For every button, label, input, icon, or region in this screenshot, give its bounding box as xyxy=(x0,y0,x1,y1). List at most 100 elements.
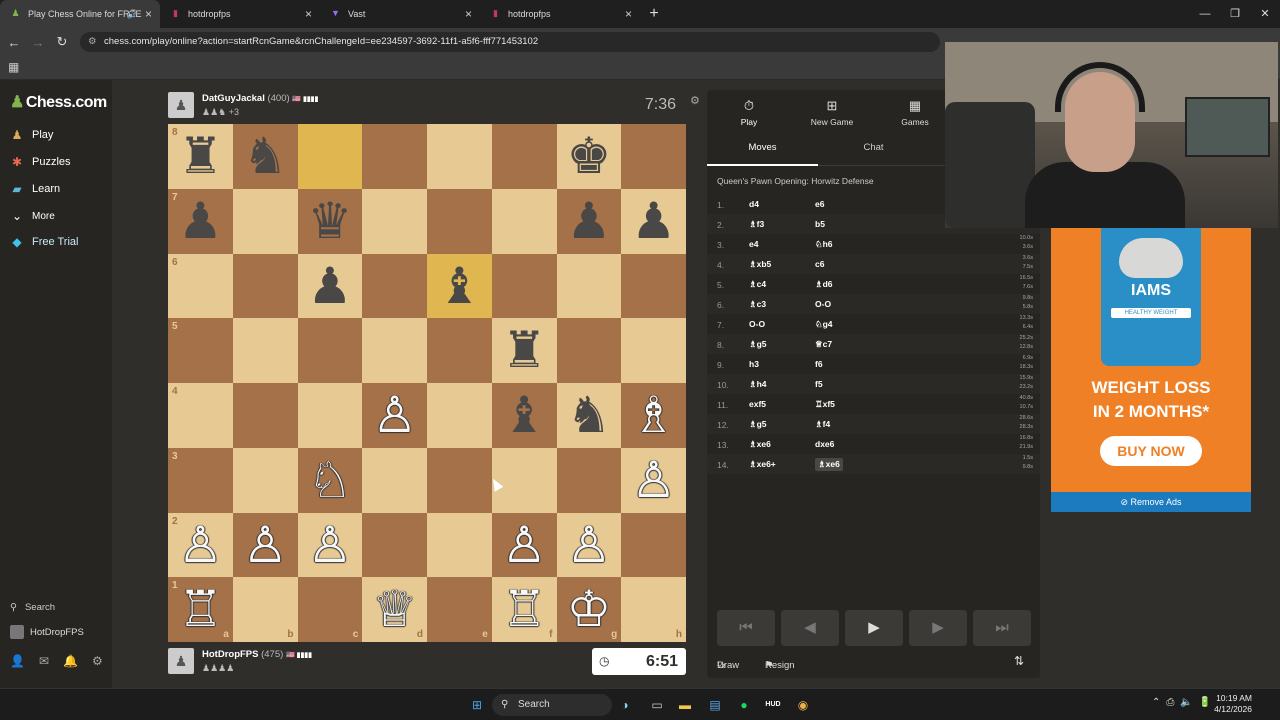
bell-icon[interactable]: 🔔 xyxy=(63,654,78,668)
sidebar-item-puzzles[interactable]: ✱ Puzzles xyxy=(10,155,71,169)
square-b4[interactable] xyxy=(232,383,298,448)
square-e4[interactable] xyxy=(427,383,492,448)
chess-logo[interactable]: ♟ Chess.com xyxy=(10,92,107,112)
last-move-button[interactable]: ⏭ xyxy=(973,610,1031,646)
black-move[interactable]: f6 xyxy=(815,359,823,369)
black-move[interactable]: ♗xe6 xyxy=(815,458,843,471)
black-move[interactable]: ♗d6 xyxy=(815,279,833,290)
remove-ads-button[interactable]: ⊘ Remove Ads xyxy=(1051,492,1251,512)
start-icon[interactable]: ⊞ xyxy=(468,696,486,714)
piece-h7[interactable]: ♟ xyxy=(621,189,686,254)
chrome-icon[interactable]: ◉ xyxy=(794,696,812,714)
white-move[interactable]: exf5 xyxy=(749,399,766,409)
tab-moves[interactable]: Moves xyxy=(707,138,818,166)
audio-icon[interactable]: 🔊 xyxy=(127,0,138,28)
square-d3[interactable] xyxy=(362,447,427,513)
square-b7[interactable] xyxy=(232,188,298,254)
square-b6[interactable] xyxy=(232,253,298,319)
white-move[interactable]: O-O xyxy=(749,319,765,329)
piece-f4[interactable]: ♝ xyxy=(492,383,557,448)
black-move[interactable]: O-O xyxy=(815,299,831,309)
piece-d4[interactable]: ♙ xyxy=(362,383,427,448)
sidebar-user[interactable]: HotDropFPS xyxy=(10,625,84,639)
square-g6[interactable] xyxy=(556,253,622,319)
first-move-button[interactable]: ⏮ xyxy=(717,610,775,646)
opponent-name[interactable]: DatGuyJackal (400) 🇺🇸 ▮▮▮▮ xyxy=(202,93,318,104)
maximize-icon[interactable]: ❐ xyxy=(1220,0,1250,28)
browser-tab-chess[interactable]: ♟ Play Chess Online for FREE 🔊 × xyxy=(0,0,160,28)
square-d8[interactable] xyxy=(362,124,427,189)
white-move[interactable]: ♗xe6 xyxy=(749,439,771,450)
white-move[interactable]: h3 xyxy=(749,359,759,369)
piece-e6[interactable]: ♝ xyxy=(427,254,492,319)
task-view-icon[interactable]: ▭ xyxy=(648,696,666,714)
close-tab-icon[interactable]: × xyxy=(145,0,152,28)
square-h5[interactable] xyxy=(621,318,686,383)
square-b1[interactable]: b xyxy=(232,577,298,642)
white-move[interactable]: ♗xe6+ xyxy=(749,459,776,470)
url-input[interactable]: ⚙ chess.com/play/online?action=startRcnG… xyxy=(80,32,940,52)
forward-icon[interactable]: → xyxy=(26,35,50,50)
square-g5[interactable] xyxy=(556,318,622,383)
piece-f1[interactable]: ♖ xyxy=(492,577,557,642)
friends-icon[interactable]: 👤 xyxy=(10,654,25,668)
piece-g7[interactable]: ♟ xyxy=(557,189,622,254)
new-tab-button[interactable]: + xyxy=(640,5,668,23)
piece-a8[interactable]: ♜ xyxy=(168,124,233,189)
board-settings-icon[interactable]: ⚙ xyxy=(690,94,700,107)
gear-icon[interactable]: ⚙ xyxy=(92,654,103,668)
opening-name[interactable]: Queen's Pawn Opening: Horwitz Defense xyxy=(717,176,874,186)
black-move[interactable]: b5 xyxy=(815,219,825,229)
copilot-icon[interactable]: ◑ xyxy=(616,696,634,714)
square-f8[interactable] xyxy=(491,124,557,189)
white-move[interactable]: d4 xyxy=(749,199,759,209)
piece-b2[interactable]: ♙ xyxy=(233,513,298,578)
piece-g2[interactable]: ♙ xyxy=(557,513,622,578)
notepad-icon[interactable]: ▤ xyxy=(706,696,724,714)
close-tab-icon[interactable]: × xyxy=(625,0,632,28)
chess-board[interactable]: 8 7 6 5 4 3 2 1 a b c d e f g h ♜ ♞ ♚ ♟ ♛ ♟ ♟ ♟ ♝ ♜ ♙ ♝ ♞ ♗ ♘ ♙ ♙ ♙ ♙ ♙ ♙ ♖ ♕ ♖… xyxy=(168,124,686,642)
square-e8[interactable] xyxy=(427,124,492,189)
piece-g4[interactable]: ♞ xyxy=(557,383,622,448)
white-move[interactable]: ♗h4 xyxy=(749,379,767,390)
square-h8[interactable] xyxy=(621,124,686,189)
sidebar-item-learn[interactable]: ▰ Learn xyxy=(10,182,60,196)
piece-h3[interactable]: ♙ xyxy=(621,448,686,513)
piece-c6[interactable]: ♟ xyxy=(298,254,363,319)
square-a3[interactable]: 3 xyxy=(168,447,233,513)
square-a5[interactable]: 5 xyxy=(168,318,233,383)
flip-board-icon[interactable]: ⇅ xyxy=(1014,654,1024,668)
black-move[interactable]: dxe6 xyxy=(815,439,834,449)
black-move[interactable]: ♘g4 xyxy=(815,319,833,330)
sidebar-search[interactable]: ⚲ Search xyxy=(10,602,55,613)
square-h2[interactable] xyxy=(621,512,686,578)
white-move[interactable]: ♗c3 xyxy=(749,299,766,310)
site-info-icon[interactable]: ⚙ xyxy=(88,32,97,52)
square-e7[interactable] xyxy=(427,188,492,254)
square-e3[interactable] xyxy=(427,447,492,513)
black-move[interactable]: c6 xyxy=(815,259,824,269)
piece-a1[interactable]: ♖ xyxy=(168,577,233,642)
browser-tab-twitch-2[interactable]: ▮ hotdropfps × xyxy=(480,0,640,28)
piece-h4[interactable]: ♗ xyxy=(621,383,686,448)
square-c1[interactable]: c xyxy=(297,577,363,642)
sidebar-item-play[interactable]: ♟ Play xyxy=(10,128,54,142)
player-name[interactable]: HotDropFPS (475) 🇺🇸 ▮▮▮▮ xyxy=(202,649,312,660)
back-icon[interactable]: ← xyxy=(2,35,26,50)
square-b5[interactable] xyxy=(232,318,298,383)
piece-a2[interactable]: ♙ xyxy=(168,513,233,578)
tab-games[interactable]: ▦ Games xyxy=(885,98,945,127)
black-move[interactable]: f5 xyxy=(815,379,823,389)
ad-buy-button[interactable]: BUY NOW xyxy=(1100,436,1202,466)
advertisement[interactable]: IAMS HEALTHY WEIGHT WEIGHT LOSS IN 2 MONT… xyxy=(1051,228,1251,512)
white-move[interactable]: ♗g5 xyxy=(749,339,767,350)
square-c4[interactable] xyxy=(297,383,363,448)
spotify-icon[interactable]: ● xyxy=(735,696,753,714)
square-d2[interactable] xyxy=(362,512,427,578)
square-d5[interactable] xyxy=(362,318,427,383)
black-move[interactable]: ♕c7 xyxy=(815,339,832,350)
square-d7[interactable] xyxy=(362,188,427,254)
sidebar-item-more[interactable]: ⌄ More xyxy=(10,209,55,223)
tab-new-game[interactable]: ⊞ New Game xyxy=(802,98,862,127)
square-c8[interactable] xyxy=(297,124,363,189)
